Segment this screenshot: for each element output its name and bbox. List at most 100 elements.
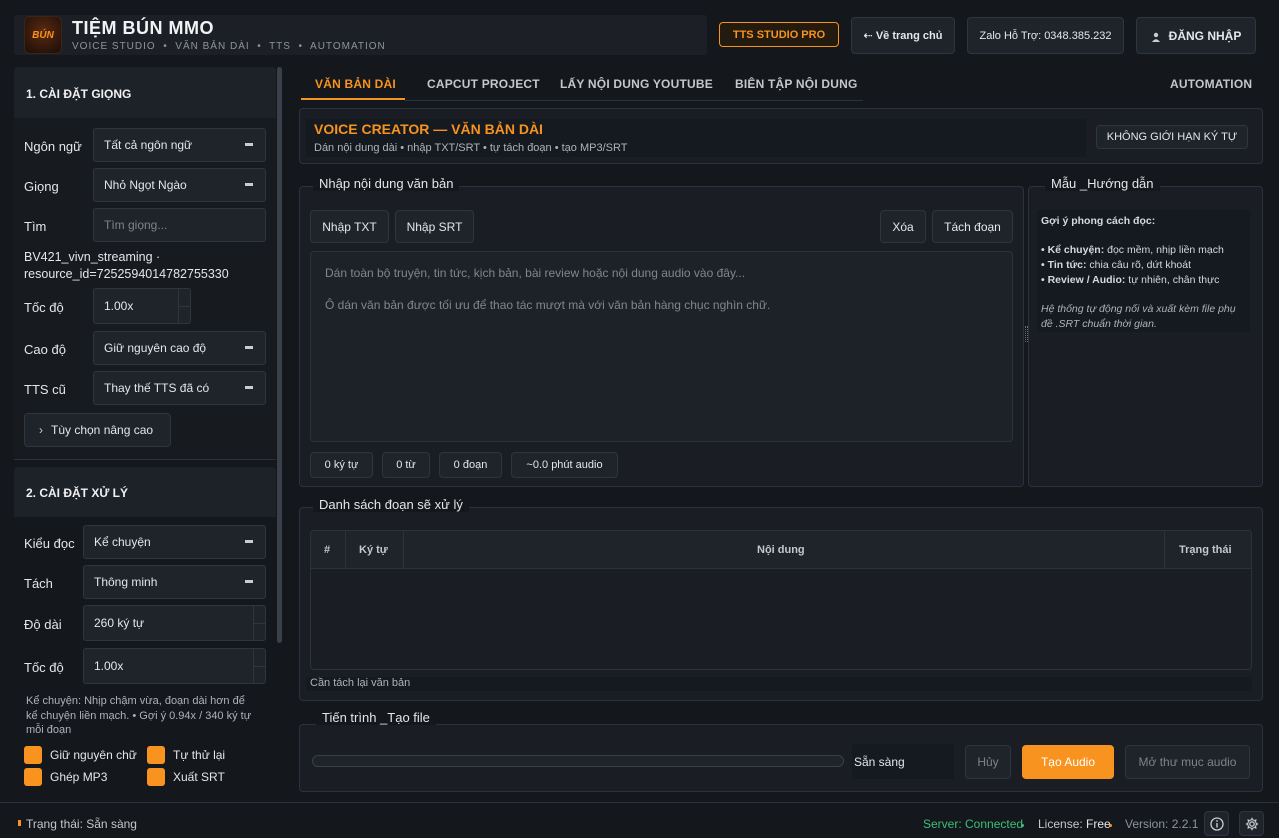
old-tts-label: TTS cũ [24, 382, 66, 397]
spinbox-arrows[interactable] [253, 606, 265, 640]
checkbox-export-srt[interactable]: Xuất SRT [147, 768, 225, 786]
tts-studio-pro-badge: TTS STUDIO PRO [719, 22, 839, 47]
checkbox-label: Ghép MP3 [50, 770, 108, 784]
home-button[interactable]: ⇠ Về trang chủ [851, 17, 955, 54]
cancel-button[interactable]: Hủy [965, 745, 1011, 779]
process-speed-value: 1.00x [94, 659, 124, 673]
dropdown-icon [245, 183, 253, 186]
checkbox-box[interactable] [147, 746, 165, 764]
progress-legend: Tiến trình _Tạo file [316, 710, 436, 725]
cancel-label: Hủy [977, 755, 999, 769]
language-select[interactable]: Tất cả ngôn ngữ [93, 128, 266, 162]
segment-length-value: 260 ký tự [94, 616, 145, 630]
split-segments-button[interactable]: Tách đoạn [932, 210, 1013, 243]
pitch-label: Cao độ [24, 342, 66, 357]
style-hint: Kể chuyện: Nhịp chậm vừa, đoạn dài hơn đ… [26, 694, 251, 738]
pitch-value: Giữ nguyên cao độ [104, 341, 207, 355]
zalo-label: Zalo Hỗ Trợ: 0348.385.232 [979, 29, 1112, 42]
voice-id-line1: BV421_vivn_streaming · [24, 250, 161, 264]
segment-length-spinbox[interactable]: 260 ký tự [83, 605, 266, 641]
voice-select[interactable]: Nhỏ Ngọt Ngào [93, 168, 266, 202]
process-speed-spinbox[interactable]: 1.00x [83, 648, 266, 684]
login-label: ĐĂNG NHẬP [1168, 28, 1242, 43]
app-title: TIỆM BÚN MMO [72, 18, 214, 38]
spinbox-arrows[interactable] [178, 289, 190, 323]
import-srt-button[interactable]: Nhập SRT [395, 210, 474, 243]
char-count-label: 0 ký tự [324, 459, 359, 471]
progress-status-box: Sẵn sàng [852, 744, 954, 779]
progress-bar [312, 755, 844, 767]
advanced-options-button[interactable]: › Tùy chọn nâng cao [24, 413, 171, 447]
guide-legend: Mẫu _Hướng dẫn [1045, 176, 1160, 191]
dropdown-icon [245, 540, 253, 543]
checkbox-box[interactable] [24, 746, 42, 764]
guide-content: Gợi ý phong cách đọc: • Kể chuyện: đọc m… [1037, 210, 1250, 332]
reading-style-value: Kể chuyện [94, 535, 151, 549]
dropdown-icon [245, 143, 253, 146]
info-button[interactable] [1204, 811, 1229, 836]
column-header-index[interactable]: # [324, 544, 330, 556]
spinbox-arrows[interactable] [253, 649, 265, 683]
old-tts-value: Thay thế TTS đã có [104, 381, 210, 395]
word-count-label: 0 từ [396, 459, 416, 471]
license-value: Free [1086, 817, 1111, 831]
voice-speed-spinbox[interactable]: 1.00x [93, 288, 191, 324]
checkbox-box[interactable] [24, 768, 42, 786]
checkbox-auto-retry[interactable]: Tự thử lại [147, 746, 225, 764]
license-info: License: Free [1038, 817, 1111, 831]
tab-capcut-project[interactable]: CAPCUT PROJECT [427, 77, 540, 91]
reading-style-select[interactable]: Kể chuyện [83, 525, 266, 559]
tab-content-editor[interactable]: BIÊN TẬP NỘI DUNG [735, 77, 858, 91]
status-bar-indicator [18, 820, 21, 826]
pitch-select[interactable]: Giữ nguyên cao độ [93, 331, 266, 365]
tab-youtube-content[interactable]: LẤY NỘI DUNG YOUTUBE [560, 77, 713, 91]
import-txt-button[interactable]: Nhập TXT [310, 210, 389, 243]
column-divider [403, 531, 404, 569]
login-button[interactable]: ĐĂNG NHẬP [1136, 17, 1256, 54]
text-input-area[interactable]: Dán toàn bộ truyện, tin tức, kịch bản, b… [310, 251, 1013, 442]
checkbox-keep-text[interactable]: Giữ nguyên chữ [24, 746, 137, 764]
checkbox-label: Giữ nguyên chữ [50, 748, 137, 762]
column-divider [345, 531, 346, 569]
search-label: Tìm [24, 219, 47, 234]
clear-button[interactable]: Xóa [880, 210, 926, 243]
old-tts-select[interactable]: Thay thế TTS đã có [93, 371, 266, 405]
create-audio-button[interactable]: Tạo Audio [1022, 745, 1114, 779]
progress-status: Sẵn sàng [854, 755, 905, 769]
char-count: 0 ký tự [310, 452, 373, 478]
segment-count-label: 0 đoạn [453, 459, 488, 471]
dot-separator [1021, 824, 1024, 827]
zalo-support-button[interactable]: Zalo Hỗ Trợ: 0348.385.232 [967, 17, 1124, 54]
checkbox-box[interactable] [147, 768, 165, 786]
guide-item-value: chia câu rõ, dứt khoát [1086, 259, 1192, 271]
version-info: Version: 2.2.1 [1125, 817, 1199, 831]
text-placeholder-line2: Ô dán văn bản được tối ưu để thao tác mư… [325, 298, 771, 312]
settings-button[interactable] [1239, 811, 1264, 836]
dropdown-icon [245, 386, 253, 389]
create-audio-label: Tạo Audio [1040, 755, 1096, 769]
user-icon [1151, 31, 1161, 42]
voice-speed-label: Tốc độ [24, 300, 64, 315]
checkbox-label: Xuất SRT [173, 770, 225, 784]
open-folder-button[interactable]: Mở thư mục audio [1125, 745, 1250, 779]
split-mode-select[interactable]: Thông minh [83, 565, 266, 599]
sidebar-scrollbar[interactable] [277, 67, 283, 792]
column-header-status[interactable]: Trạng thái [1179, 544, 1232, 556]
clear-label: Xóa [892, 219, 914, 234]
scrollbar-thumb[interactable] [277, 67, 282, 643]
dropdown-icon [245, 346, 253, 349]
voice-search-input[interactable]: Tìm giọng... [93, 208, 266, 242]
split-mode-value: Thông minh [94, 575, 158, 589]
guide-item-key: • Kể chuyện: [1041, 244, 1105, 256]
audio-duration: ~0.0 phút audio [511, 452, 618, 478]
tab-automation[interactable]: AUTOMATION [1170, 77, 1252, 91]
creator-header: VOICE CREATOR — VĂN BẢN DÀI Dán nội dung… [299, 108, 1263, 164]
column-header-content[interactable]: Nội dung [757, 544, 805, 556]
tab-long-text[interactable]: VĂN BẢN DÀI [315, 77, 396, 91]
checkbox-merge-mp3[interactable]: Ghép MP3 [24, 768, 107, 786]
split-segments-label: Tách đoạn [944, 219, 1001, 234]
server-status: Server: Connected [923, 817, 1024, 831]
sidebar: 1. CÀI ĐẶT GIỌNG Ngôn ngữ Tất cả ngôn ng… [14, 67, 277, 792]
style-hint-line2: kể chuyện liền mạch. • Gợi ý 0.94x / 340… [26, 709, 252, 722]
column-header-chars[interactable]: Ký tự [359, 544, 388, 556]
